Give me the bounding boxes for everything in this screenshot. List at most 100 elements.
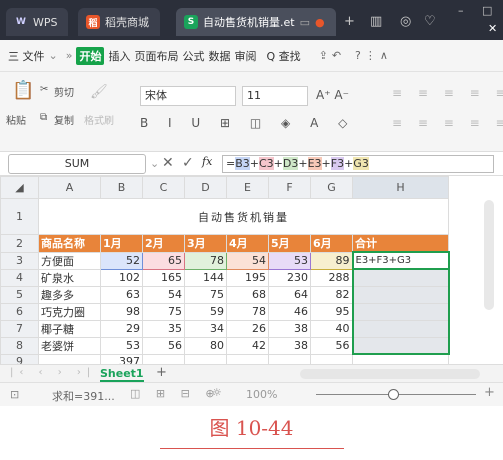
cell[interactable]: 34 [184,319,227,338]
cell[interactable]: 98 [100,302,143,321]
search-button[interactable]: Q 查找 [266,48,300,64]
cell[interactable]: 54 [226,251,269,270]
copy-button[interactable]: 复制 [54,112,74,127]
column-header[interactable]: A [38,176,101,199]
cell[interactable]: 38 [268,336,311,355]
header-cell[interactable]: 6月 [310,234,353,253]
cell[interactable]: 144 [184,268,227,287]
cell[interactable]: 59 [184,302,227,321]
header-cell[interactable]: 4月 [226,234,269,253]
share-icon[interactable]: ⇪ [319,49,328,62]
new-tab-icon[interactable]: + [344,14,355,29]
help-icon[interactable]: ? [355,49,361,62]
minimize-icon[interactable]: – [458,4,464,17]
row-header[interactable]: 6 [0,302,39,321]
name-box[interactable]: SUM [8,154,146,174]
cell[interactable]: 82 [310,285,353,304]
cell[interactable]: 38 [268,319,311,338]
cell[interactable]: 53 [268,251,311,270]
cell[interactable]: 65 [142,251,185,270]
row-header[interactable]: 4 [0,268,39,287]
row-header[interactable]: 2 [0,234,39,253]
window-layout-icon[interactable]: ▥ [370,14,382,29]
cell[interactable]: 35 [142,319,185,338]
sheet-tab-sheet1[interactable]: Sheet1 [100,367,144,382]
cancel-icon[interactable]: ✕ [162,155,174,171]
cell[interactable]: 老婆饼 [38,336,101,355]
copy-icon[interactable]: ⧉ [40,112,47,123]
header-cell[interactable]: 2月 [142,234,185,253]
sheet-title-cell[interactable]: 自动售货机销量 [38,198,449,235]
column-header[interactable]: G [310,176,353,199]
column-header[interactable]: E [226,176,269,199]
tab-wps[interactable]: W WPS [6,8,68,36]
column-header[interactable]: B [100,176,143,199]
tab-formulas[interactable]: 公式 [182,48,204,64]
header-cell[interactable]: 商品名称 [38,234,101,253]
cell[interactable]: 195 [226,268,269,287]
more-menu[interactable]: » [66,49,73,62]
zoom-level[interactable]: 100% [246,388,277,401]
header-cell[interactable]: 3月 [184,234,227,253]
name-box-dropdown-icon[interactable]: ⌄ [150,157,159,170]
selected-cell[interactable] [351,336,450,355]
file-menu[interactable]: 三 文件 [8,48,45,64]
header-cell[interactable]: 合计 [352,234,449,253]
format-painter-icon[interactable]: 🖌 [90,84,108,100]
chevron-down-icon[interactable]: ⌄ [49,49,58,62]
cell[interactable]: 80 [184,336,227,355]
cell[interactable]: 52 [100,251,143,270]
font-size-select[interactable]: 11 [242,86,308,106]
more-options-icon[interactable]: ⋮ [365,49,376,62]
tab-insert[interactable]: 插入 [108,48,130,64]
tab-data[interactable]: 数据 [208,48,230,64]
cell[interactable]: 63 [100,285,143,304]
macro-icon[interactable]: ⊡ [10,388,19,401]
maximize-icon[interactable]: □ [482,4,492,17]
font-name-select[interactable]: 宋体 [140,86,236,106]
cell[interactable]: 230 [268,268,311,287]
column-header[interactable]: D [184,176,227,199]
tab-review[interactable]: 审阅 [234,48,256,64]
cell[interactable]: 40 [310,319,353,338]
cell[interactable]: 矿泉水 [38,268,101,287]
tab-start[interactable]: 开始 [76,46,105,65]
cell[interactable]: 68 [226,285,269,304]
cell[interactable]: 53 [100,336,143,355]
cell[interactable]: 165 [142,268,185,287]
row-header[interactable]: 3 [0,251,39,270]
increase-font-icon[interactable]: A⁺ A⁻ [316,88,349,102]
cut-button[interactable]: 剪切 [54,84,74,99]
paste-icon[interactable]: 📋 [12,80,34,101]
cell[interactable]: 巧克力圈 [38,302,101,321]
vertical-scrollbar[interactable] [484,200,494,310]
tab-store[interactable]: 稻 稻壳商城 [78,8,160,36]
cell[interactable]: 64 [268,285,311,304]
align-horizontal-icons[interactable]: ≡ ≡ ≡ ≡ ≡ [392,116,503,130]
skin-icon[interactable]: ♡ [424,14,436,29]
cell[interactable]: 78 [226,302,269,321]
column-header[interactable]: C [142,176,185,199]
camera-icon[interactable]: ◎ [400,14,411,29]
cell[interactable]: 26 [226,319,269,338]
cell[interactable]: 78 [184,251,227,270]
collapse-ribbon-icon[interactable]: ∧ [380,49,388,62]
row-header[interactable]: 1 [0,198,39,235]
sheet-nav-icons[interactable]: |‹ ‹ › ›| [10,367,96,378]
row-header[interactable]: 5 [0,285,39,304]
view-mode-icons[interactable]: ◫ ⊞ ⊟ ⊕ [130,387,221,400]
cell[interactable]: 46 [268,302,311,321]
align-top-icons[interactable]: ≡ ≡ ≡ ≡ ≡ [392,86,503,100]
select-all-corner[interactable]: ◢ [0,176,39,199]
selected-cell[interactable] [351,319,450,338]
cell[interactable]: 56 [310,336,353,355]
horizontal-scrollbar[interactable] [300,369,480,379]
selected-cell[interactable] [351,268,450,287]
cell[interactable]: 288 [310,268,353,287]
cell[interactable]: 方便面 [38,251,101,270]
cell[interactable]: 75 [142,302,185,321]
cell[interactable]: 42 [226,336,269,355]
cell[interactable]: 54 [142,285,185,304]
cell[interactable]: 95 [310,302,353,321]
font-style-icons[interactable]: B I U ⊞ ◫ ◈ A ◇ [140,116,355,130]
